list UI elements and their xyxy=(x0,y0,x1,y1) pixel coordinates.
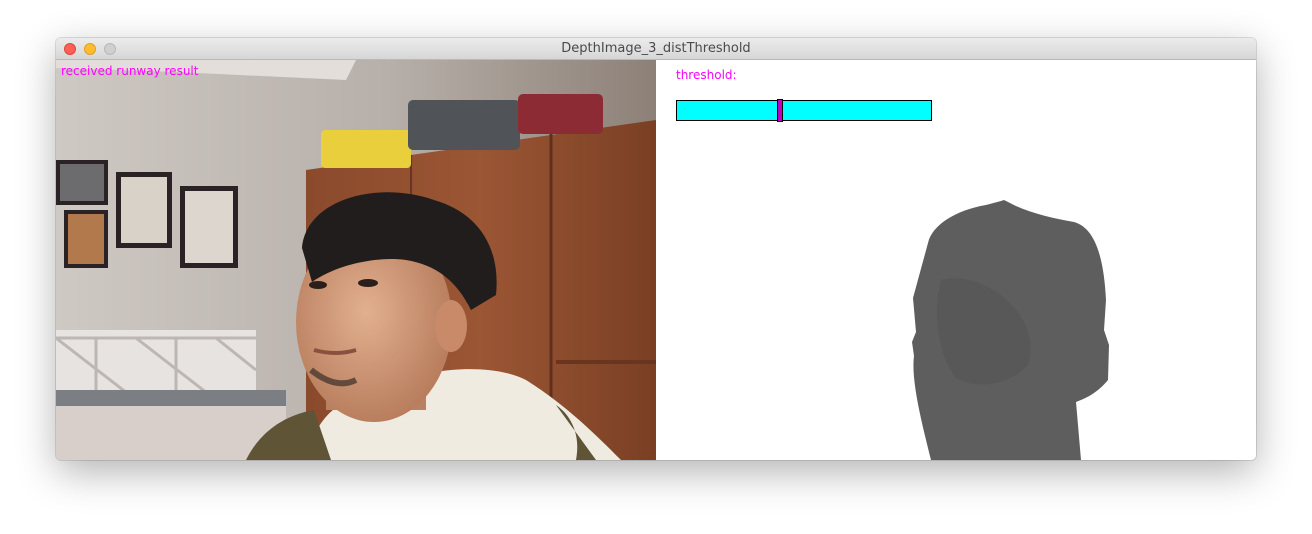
sketch-canvas: received runway result threshold: xyxy=(56,60,1256,460)
runway-status-text: received runway result xyxy=(61,64,199,78)
window-title: DepthImage_3_distThreshold xyxy=(561,41,751,56)
threshold-slider-handle[interactable] xyxy=(777,99,783,122)
webcam-image xyxy=(56,60,656,460)
threshold-label: threshold: xyxy=(676,68,737,82)
webcam-feed: received runway result xyxy=(56,60,656,460)
app-window: DepthImage_3_distThreshold received runw… xyxy=(56,38,1256,460)
threshold-slider[interactable] xyxy=(676,99,932,122)
title-bar[interactable]: DepthImage_3_distThreshold xyxy=(56,38,1256,60)
depth-map-panel: threshold: xyxy=(656,60,1256,460)
